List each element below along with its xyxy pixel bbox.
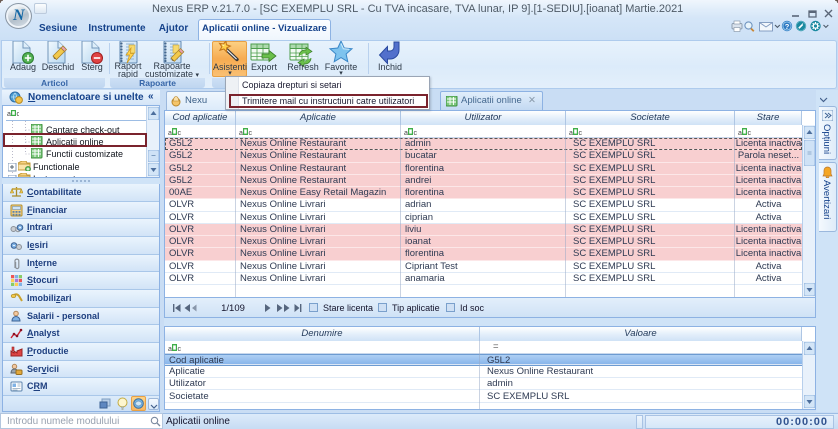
svg-text:?: ? [785,22,790,31]
svg-text:a: a [239,130,243,136]
svg-text:c: c [178,130,182,136]
svg-text:c: c [17,111,20,117]
svg-text:a: a [404,130,408,136]
svg-text:c: c [414,130,418,136]
svg-text:a: a [569,130,573,136]
svg-text:a: a [7,111,11,117]
svg-text:a: a [168,346,172,352]
svg-text:c: c [579,130,583,136]
svg-text:a: a [738,130,742,136]
svg-text:a: a [168,130,172,136]
svg-text:c: c [249,130,253,136]
svg-text:c: c [748,130,752,136]
svg-text:c: c [178,346,182,352]
